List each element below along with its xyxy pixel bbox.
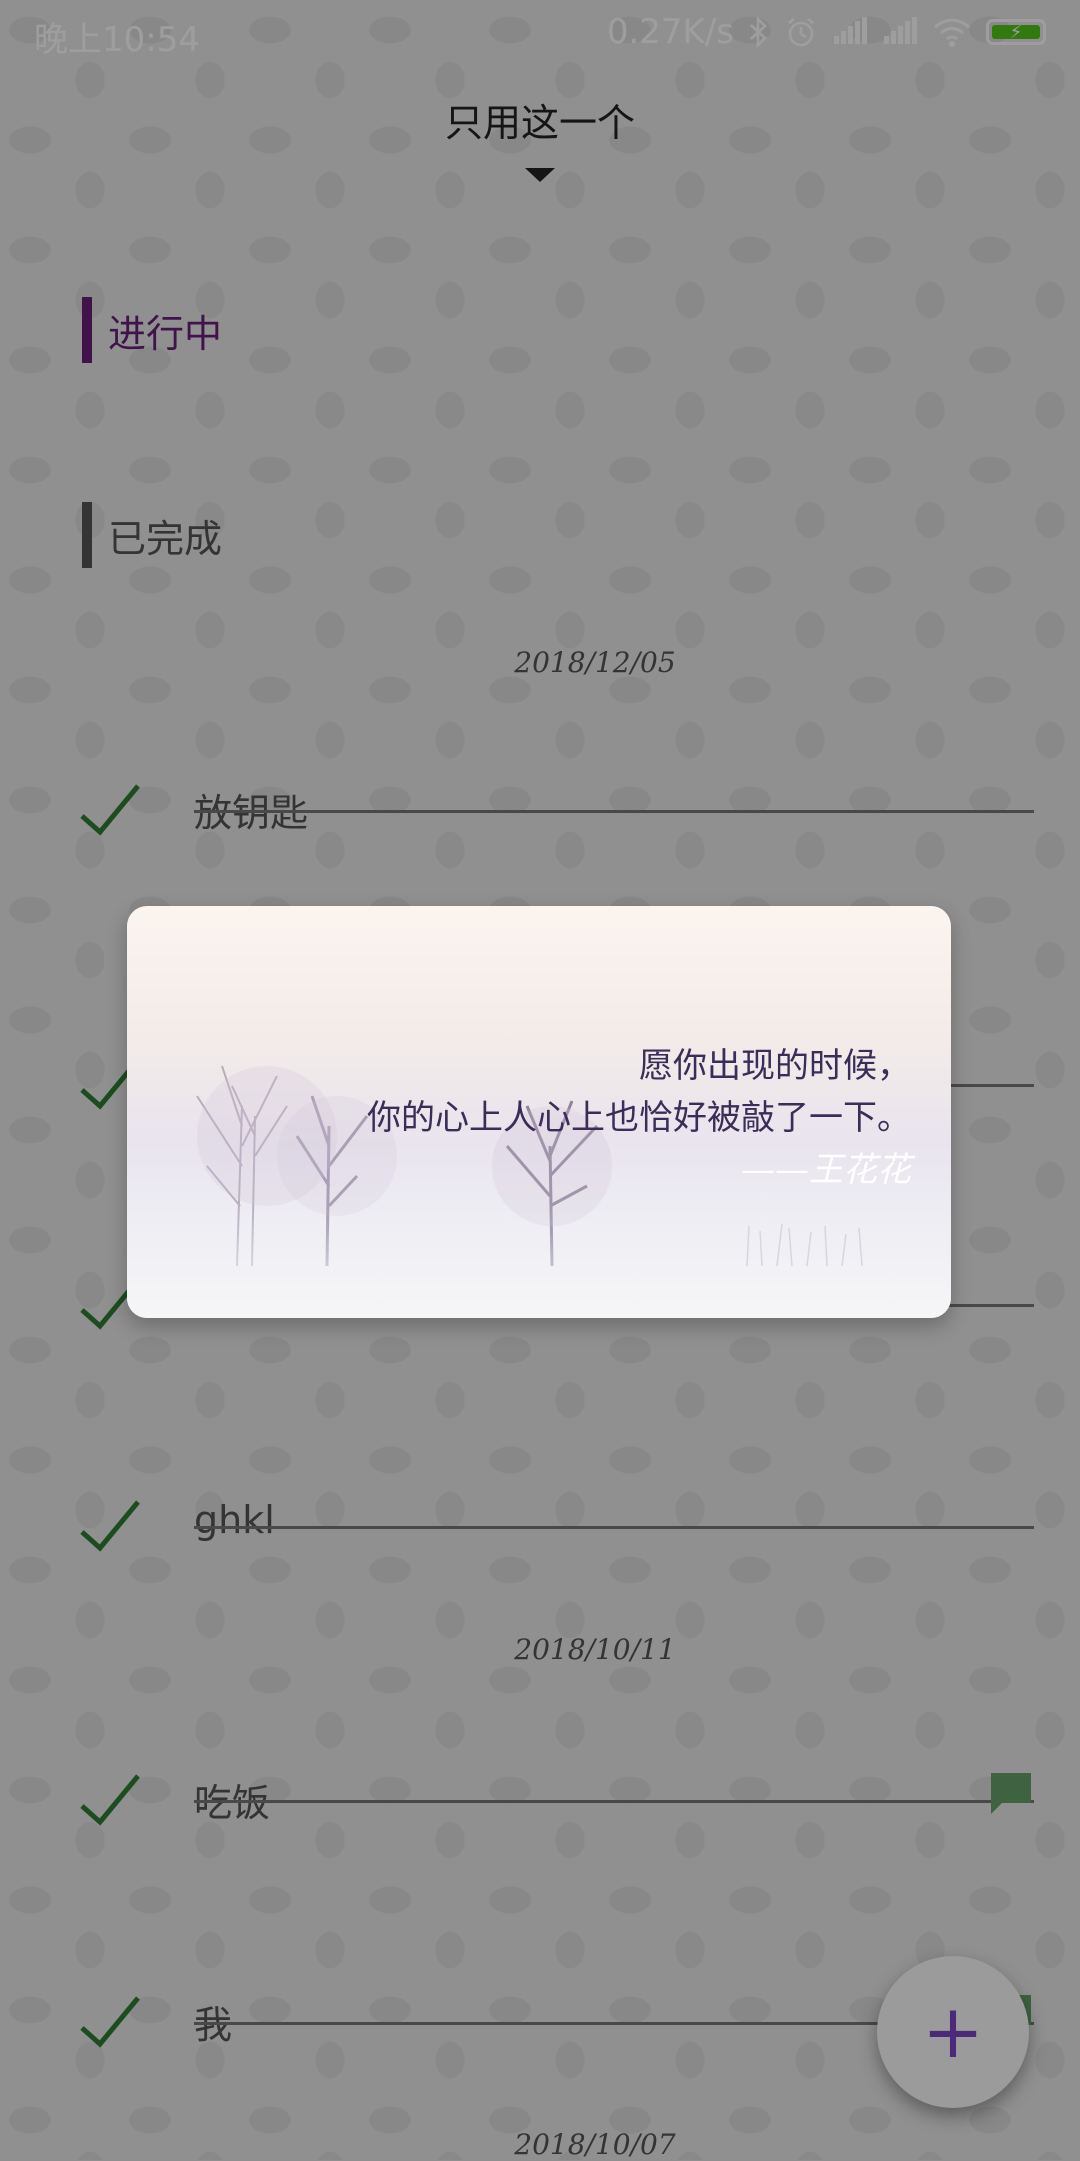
quote-line: 愿你出现的时候， xyxy=(639,1046,911,1086)
plus-icon: + xyxy=(921,1989,984,2075)
quote-line: 你的心上人心上也恰好被敲了一下。 xyxy=(367,1098,911,1138)
quote-text: 愿你出现的时候， 你的心上人心上也恰好被敲了一下。 ——王花花 xyxy=(367,1040,911,1196)
add-task-button[interactable]: + xyxy=(877,1956,1029,2108)
quote-author: ——王花花 xyxy=(741,1150,911,1190)
quote-dialog[interactable]: 愿你出现的时候， 你的心上人心上也恰好被敲了一下。 ——王花花 xyxy=(127,906,951,1318)
